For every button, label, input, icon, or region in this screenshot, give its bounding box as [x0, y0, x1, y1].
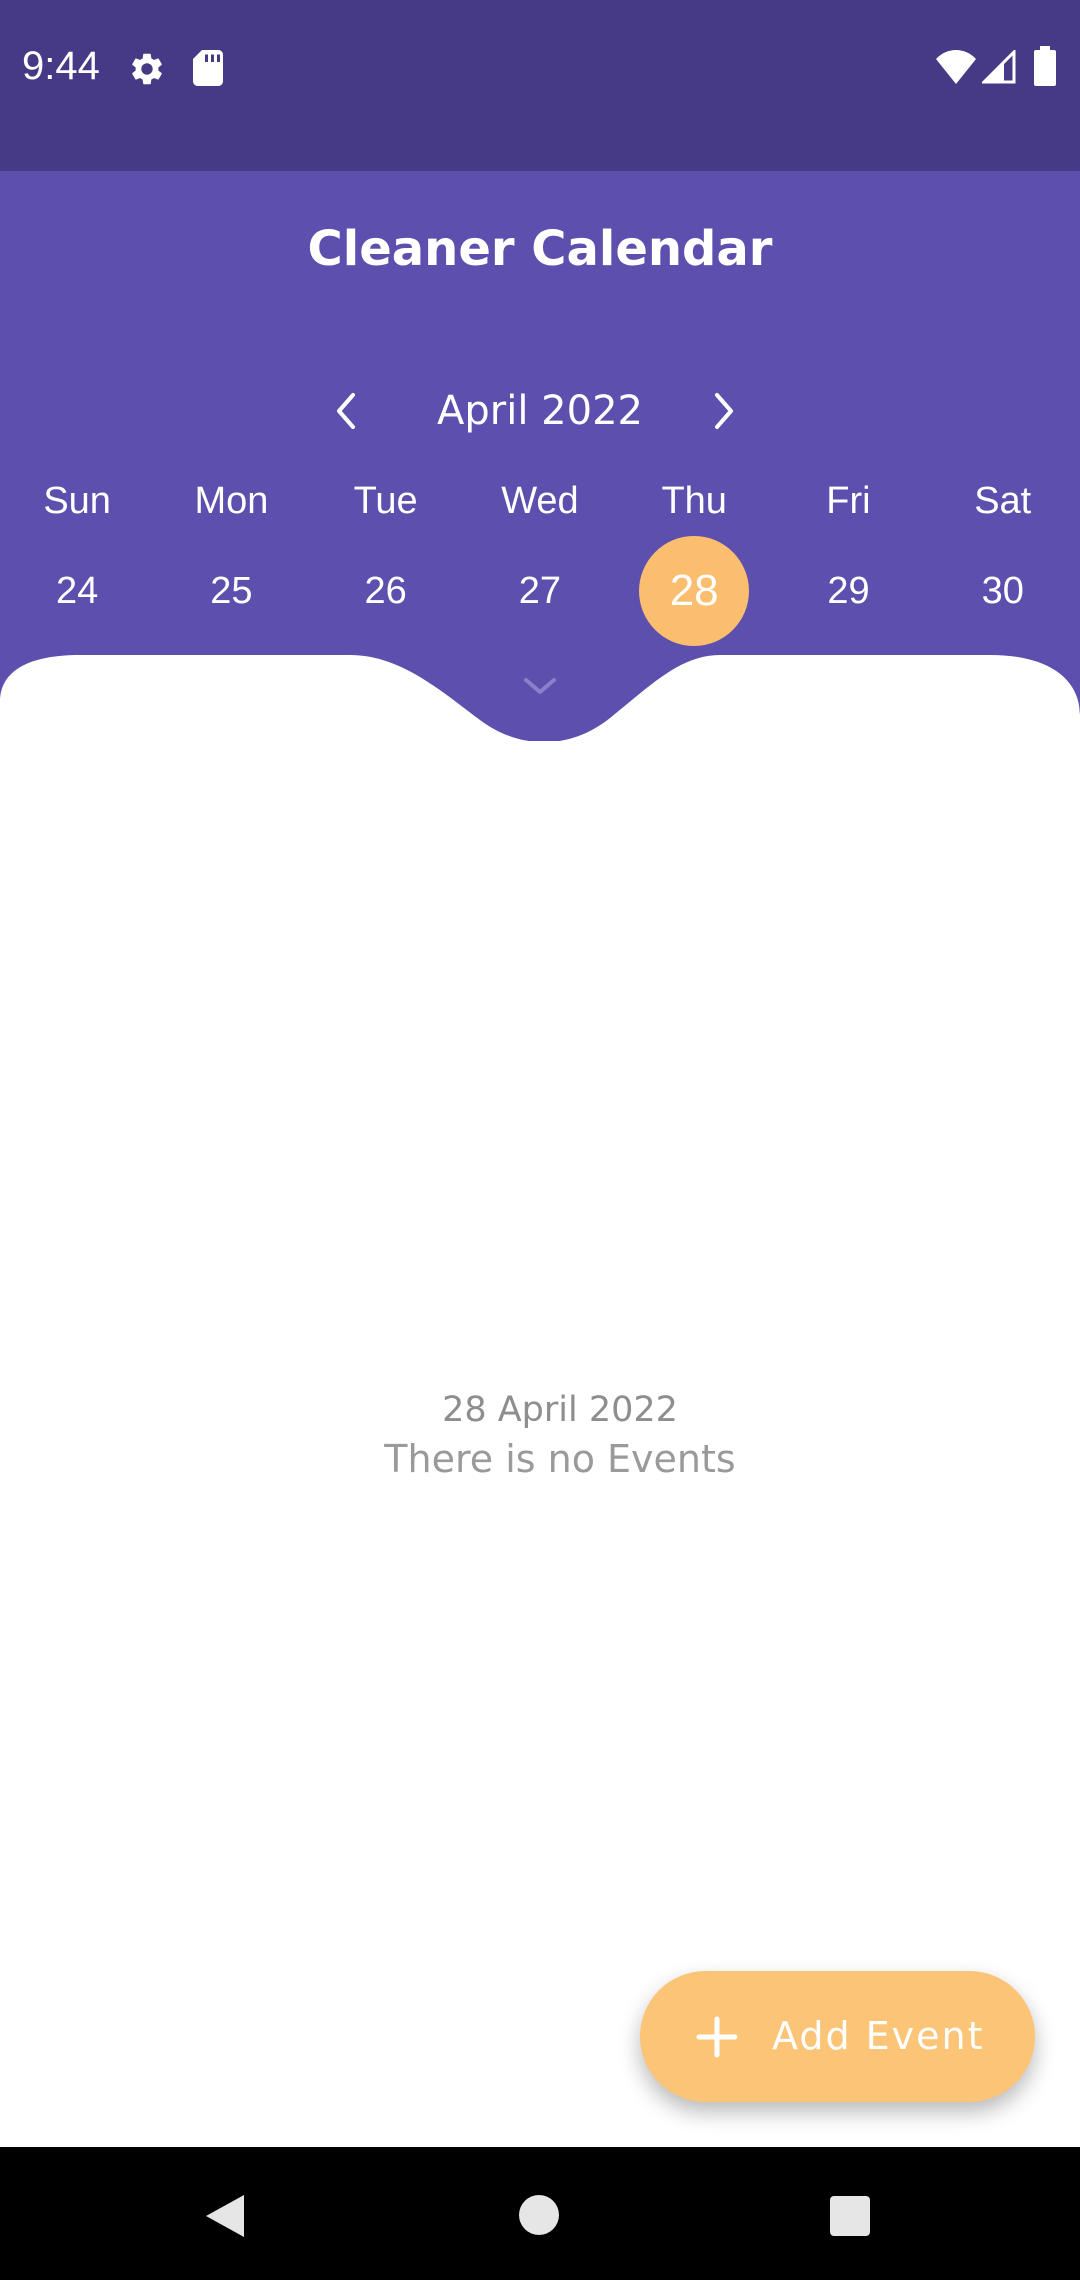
day-cell[interactable]: 24: [0, 536, 154, 646]
selected-date-label: 28 April 2022: [442, 1390, 678, 1430]
day-number: 26: [364, 569, 407, 612]
weekday-label: Fri: [826, 480, 871, 522]
weekday-label: Tue: [353, 480, 418, 522]
weekday-label: Mon: [194, 480, 269, 522]
recents-icon[interactable]: [829, 2195, 871, 2237]
month-label: April 2022: [437, 388, 643, 434]
week-days-row: 24 25 26 27 28 29 30: [0, 536, 1080, 646]
add-event-label: Add Event: [772, 2014, 985, 2058]
day-number: 29: [827, 569, 870, 612]
content-sheet-edge: [0, 655, 1080, 760]
status-time: 9:44: [22, 44, 100, 88]
calendar-screen: 9:44 Cleaner Calendar April 2022 Sun Mon…: [0, 0, 1080, 2280]
status-bar: 9:44: [0, 0, 1080, 171]
chevron-right-icon: [715, 393, 733, 429]
next-month-button[interactable]: [694, 381, 754, 441]
day-cell[interactable]: 25: [154, 536, 308, 646]
weekday-label: Wed: [501, 480, 579, 522]
cell-signal-icon: [982, 50, 1016, 84]
day-number: 27: [518, 569, 562, 612]
day-cell[interactable]: 26: [309, 536, 463, 646]
add-event-button[interactable]: Add Event: [640, 1971, 1035, 2102]
selected-day-number: 28: [639, 536, 750, 646]
day-cell[interactable]: 27: [463, 536, 617, 646]
empty-state-message: There is no Events: [384, 1437, 736, 1481]
plus-icon: [696, 2016, 738, 2058]
back-icon[interactable]: [204, 2193, 246, 2239]
battery-icon: [1034, 46, 1056, 86]
app-title: Cleaner Calendar: [307, 221, 773, 277]
month-navigation: April 2022: [0, 371, 1080, 451]
day-cell[interactable]: 29: [771, 536, 925, 646]
gear-icon: [132, 53, 162, 85]
sd-card-icon: [193, 50, 223, 86]
weekday-row: Sun Mon Tue Wed Thu Fri Sat: [0, 471, 1080, 531]
day-number: 30: [981, 569, 1024, 612]
weekday-label: Sat: [974, 480, 1032, 522]
day-number: 24: [55, 569, 99, 612]
weekday-label: Sun: [43, 480, 111, 522]
day-cell-selected[interactable]: 28: [617, 536, 771, 646]
weekday-label: Thu: [661, 480, 727, 522]
day-cell[interactable]: 30: [926, 536, 1080, 646]
chevron-down-icon[interactable]: [520, 672, 560, 700]
day-number: 25: [210, 569, 253, 612]
home-icon[interactable]: [518, 2194, 560, 2236]
system-navigation-bar: [0, 2147, 1080, 2280]
wifi-icon: [936, 50, 976, 84]
